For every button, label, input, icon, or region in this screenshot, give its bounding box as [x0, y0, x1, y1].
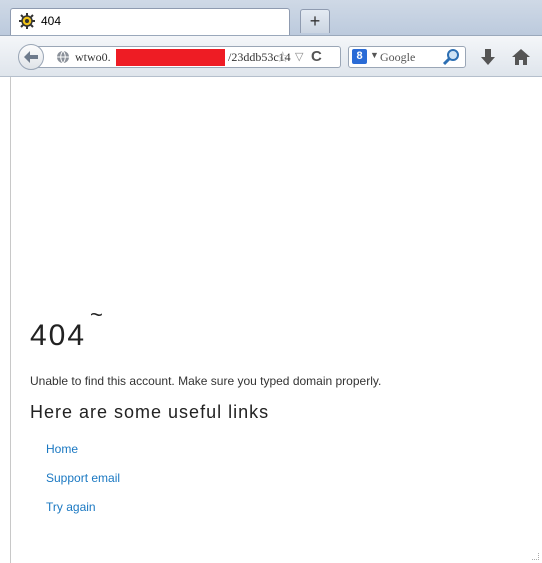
home-icon[interactable] — [510, 47, 532, 67]
back-arrow-icon — [24, 51, 38, 63]
search-placeholder: Google — [380, 50, 416, 64]
search-bar[interactable]: 8 ▼ Google — [348, 46, 466, 68]
navigation-bar: wtwo0. /23ddb53c14 ☆ ▽ C 8 ▼ Google — [0, 36, 542, 77]
magnifier-icon[interactable] — [441, 48, 463, 66]
left-border — [10, 77, 11, 563]
home-link[interactable]: Home — [46, 442, 78, 456]
error-message: Unable to find this account. Make sure y… — [30, 374, 382, 388]
try-again-link[interactable]: Try again — [46, 500, 96, 514]
error-tilde: ~ — [90, 302, 103, 327]
new-tab-button[interactable]: + — [300, 9, 330, 33]
history-dropdown-icon[interactable]: ▽ — [295, 50, 303, 63]
page-content: 404 ~ Unable to find this account. Make … — [0, 77, 542, 563]
gear-favicon-icon — [19, 13, 35, 29]
reload-icon[interactable]: C — [311, 48, 322, 65]
error-code: 404 — [30, 319, 87, 352]
url-bar[interactable]: wtwo0. /23ddb53c14 ☆ ▽ C — [36, 46, 341, 68]
tab-strip: 404 + — [0, 0, 542, 36]
url-prefix: wtwo0. — [75, 50, 111, 64]
url-redaction — [116, 49, 225, 66]
download-arrow-icon[interactable] — [478, 47, 498, 67]
tab-title: 404 — [41, 14, 62, 28]
back-button[interactable] — [18, 44, 44, 70]
resize-grip[interactable] — [532, 553, 539, 560]
tab-404[interactable]: 404 — [10, 8, 290, 35]
search-engine-icon[interactable]: 8 — [352, 49, 367, 64]
support-email-link[interactable]: Support email — [46, 471, 120, 485]
chevron-down-icon[interactable]: ▼ — [370, 50, 379, 60]
globe-icon — [57, 50, 69, 64]
links-heading: Here are some useful links — [30, 402, 270, 422]
star-icon[interactable]: ☆ — [276, 48, 289, 66]
